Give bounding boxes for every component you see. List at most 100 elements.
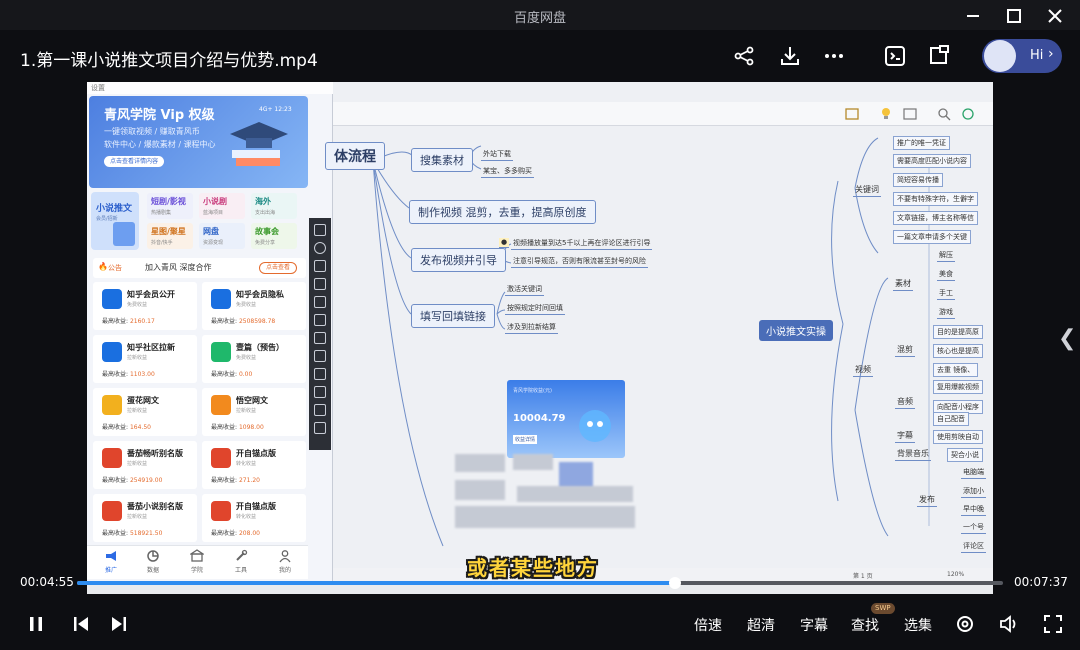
share-icon[interactable] — [961, 107, 975, 121]
mindmap-leaf[interactable]: 视频播放量到达5千以上再在评论区进行引导 — [511, 238, 653, 250]
mindmap-leaf[interactable]: 添加小 — [961, 486, 986, 498]
mindmap-right-group[interactable]: 发布 — [917, 494, 937, 507]
assistant-button[interactable]: Hi › — [982, 39, 1062, 73]
download-icon[interactable] — [778, 44, 802, 68]
mindmap-branch[interactable]: 制作视频 混剪，去重，提高原创度 — [409, 200, 596, 224]
search-icon[interactable] — [937, 107, 951, 121]
mindmap-leaf[interactable]: 涉及到拉新结算 — [505, 322, 558, 334]
grid-item-novel[interactable]: 小说推文 会员/招新 — [91, 192, 139, 250]
mindmap-branch[interactable]: 搜集素材 — [411, 148, 473, 172]
banner-button[interactable]: 点击查看详情内容 — [104, 156, 164, 167]
mindmap-center-node[interactable]: 小说推文实操 — [759, 320, 833, 341]
project-card[interactable]: 番茄畅听别名版 拉新收益 最高收益: 254919.00 — [93, 441, 197, 489]
mindmap-leaf[interactable]: 早中晚 — [961, 504, 986, 516]
project-card[interactable]: 壹篇（预告） 免费收益 最高收益: 0.00 — [202, 335, 306, 383]
pip-icon[interactable] — [927, 44, 951, 68]
vip-banner[interactable]: 青风学院 Vip 权级 一键领取视频 / 赚取青风币 软件中心 / 爆款素材 /… — [89, 96, 308, 188]
more-icon[interactable] — [822, 44, 846, 68]
mindmap-leaf[interactable]: 文章链接，博主名称等信 — [893, 211, 978, 225]
chevron-left-icon[interactable]: ❮ — [1058, 326, 1076, 351]
emulator-tool-icon[interactable] — [314, 404, 326, 416]
share-icon[interactable] — [732, 44, 756, 68]
mindmap-leaf[interactable]: 需要高度匹配小说内容 — [893, 154, 971, 168]
project-card[interactable]: 蛋花网文 拉新收益 最高收益: 164.50 — [93, 388, 197, 436]
video-frame[interactable]: 设置 青风学院 Vip 权级 一键领取视频 / 赚取青风币 软件中心 / 爆款素… — [87, 82, 993, 594]
screenshot-icon[interactable] — [883, 44, 907, 68]
subtitles-button[interactable]: 字幕 — [800, 615, 828, 635]
emulator-tool-icon[interactable] — [314, 368, 326, 380]
next-icon[interactable] — [108, 613, 130, 635]
settings-icon[interactable] — [954, 613, 976, 635]
emulator-tool-icon[interactable] — [314, 278, 326, 290]
mindmap-leaf[interactable]: 一篇文章申请多个关键 — [893, 230, 971, 244]
mindmap-leaf[interactable]: 推广的唯一凭证 — [893, 136, 950, 150]
mindmap-leaf[interactable]: 评论区 — [961, 541, 986, 553]
mindmap-right-group[interactable]: 背景音乐 — [895, 448, 931, 461]
mindmap-leaf[interactable]: 按照规定时间回填 — [505, 303, 565, 315]
mindmap-leaf[interactable]: 解压 — [937, 250, 955, 262]
mindmap-leaf[interactable]: 外站下载 — [481, 149, 513, 161]
grid-item[interactable]: 星图/聚星 抖音/快手 — [147, 223, 193, 249]
notice-button[interactable]: 点击查看 — [259, 262, 297, 274]
project-card[interactable]: 番茄小说别名版 拉新收益 最高收益: 518921.50 — [93, 494, 197, 542]
mindmap-leaf[interactable]: 不要有特殊字符，生僻字 — [893, 192, 978, 206]
mindmap-leaf[interactable]: 自己配音 — [933, 412, 969, 426]
mindmap-leaf[interactable]: 目的是提高原 — [933, 325, 983, 339]
mindmap-right-group[interactable]: 关键词 — [853, 184, 881, 197]
mindmap-right-group[interactable]: 字幕 — [895, 430, 915, 443]
project-card[interactable]: 开自锚点版 转化收益 最高收益: 208.00 — [202, 494, 306, 542]
quality-button[interactable]: 超清 — [747, 615, 775, 635]
mindmap-leaf[interactable]: 电脑端 — [961, 467, 986, 479]
emulator-tool-icon[interactable] — [314, 260, 326, 272]
volume-icon[interactable] — [998, 613, 1020, 635]
emulator-tool-icon[interactable] — [314, 422, 326, 434]
mindmap-right-group[interactable]: 视频 — [853, 364, 873, 377]
previous-icon[interactable] — [70, 613, 92, 635]
seek-bar[interactable] — [77, 577, 1003, 589]
mindmap-right-group[interactable]: 混剪 — [895, 344, 915, 357]
grid-item[interactable]: 网盘 资源变现 — [199, 223, 245, 249]
project-card[interactable]: 知乎会员隐私 免费收益 最高收益: 2508598.78 — [202, 282, 306, 330]
mindmap-leaf[interactable]: 注意引导规范，否则有限流甚至封号的风险 — [511, 256, 648, 268]
mindmap-leaf[interactable]: 手工 — [937, 288, 955, 300]
project-card[interactable]: 知乎会员公开 免费收益 最高收益: 2160.17 — [93, 282, 197, 330]
mindmap-leaf[interactable]: 契合小说 — [947, 448, 983, 462]
emulator-tool-icon[interactable] — [314, 242, 326, 254]
mindmap-leaf[interactable]: 一个号 — [961, 522, 986, 534]
seek-handle[interactable] — [668, 577, 681, 589]
emulator-tool-icon[interactable] — [314, 332, 326, 344]
emulator-tool-icon[interactable] — [314, 224, 326, 236]
emulator-tool-icon[interactable] — [314, 386, 326, 398]
mindmap-leaf[interactable]: 激活关键词 — [505, 284, 544, 296]
mindmap-leaf[interactable]: 核心也是提高 — [933, 344, 983, 358]
mindmap-leaf[interactable]: 去重 镜像、 — [933, 363, 979, 377]
episodes-button[interactable]: 选集 — [904, 615, 932, 635]
mindmap-leaf[interactable]: 游戏 — [937, 307, 955, 319]
maximize-icon[interactable] — [1003, 5, 1025, 27]
grid-item[interactable]: 短剧/影视 热播剧集 — [147, 193, 193, 219]
mindmap-leaf[interactable]: 某宝、多多购买 — [481, 166, 534, 178]
minimize-icon[interactable] — [962, 5, 984, 27]
grid-item[interactable]: 故事会 免费分享 — [251, 223, 297, 249]
mindmap-leaf[interactable]: 美食 — [937, 269, 955, 281]
lightbulb-icon[interactable] — [879, 106, 893, 120]
grid-item[interactable]: 海外 支出出海 — [251, 193, 297, 219]
speed-button[interactable]: 倍速 — [694, 615, 722, 635]
mindmap-right-group[interactable]: 音频 — [895, 396, 915, 409]
mindmap-leaf[interactable]: 复用爆款视频 — [933, 380, 983, 394]
mindmap-leaf[interactable]: 使用剪映自动 — [933, 430, 983, 444]
mindmap-branch[interactable]: 发布视频并引导 — [411, 248, 506, 272]
project-card[interactable]: 悟空网文 拉新收益 最高收益: 1098.00 — [202, 388, 306, 436]
outline-icon[interactable] — [903, 107, 917, 121]
search-button[interactable]: 查找 — [851, 615, 879, 635]
emulator-tool-icon[interactable] — [314, 296, 326, 308]
pause-icon[interactable] — [25, 613, 47, 635]
project-card[interactable]: 开自锚点版 转化收益 最高收益: 271.20 — [202, 441, 306, 489]
close-icon[interactable] — [1044, 5, 1066, 27]
mindmap-branch[interactable]: 填写回填链接 — [411, 304, 495, 328]
emulator-tool-icon[interactable] — [314, 350, 326, 362]
mindmap-right-group[interactable]: 素材 — [893, 278, 913, 291]
mindmap-root[interactable]: 体流程 — [325, 142, 385, 170]
mindmap-leaf[interactable]: 简短容易传播 — [893, 173, 943, 187]
fullscreen-icon[interactable] — [1042, 613, 1064, 635]
